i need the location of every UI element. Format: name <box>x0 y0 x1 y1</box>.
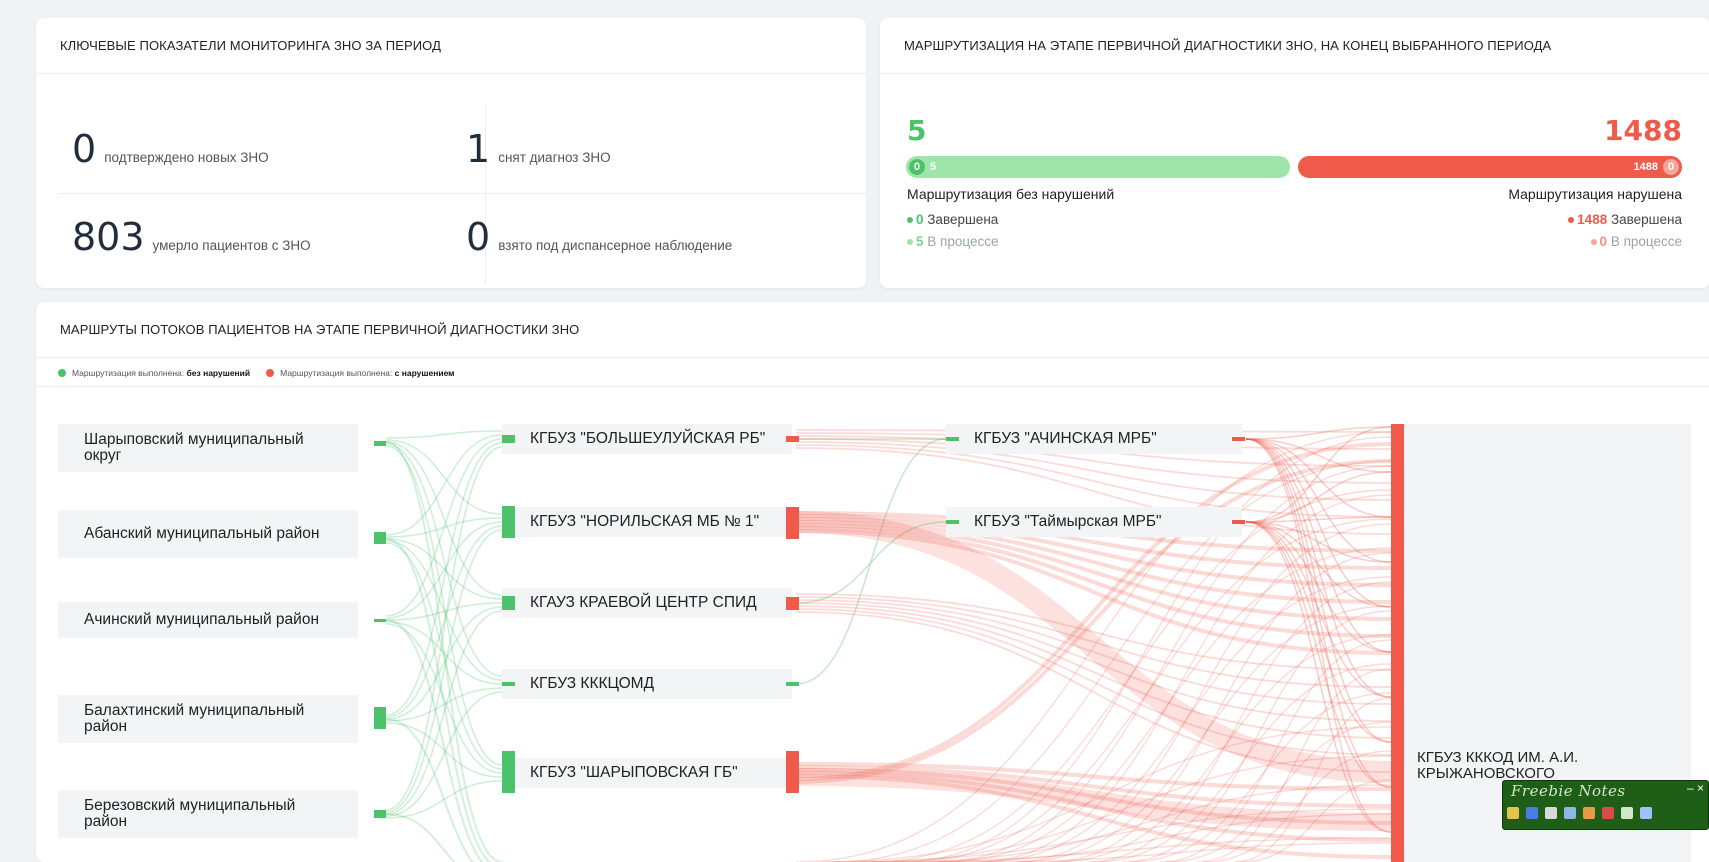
third-name: КГБУЗ "Таймырская МРБ" <box>974 512 1162 530</box>
kpi-title: КЛЮЧЕВЫЕ ПОКАЗАТЕЛИ МОНИТОРИНГА ЗНО ЗА П… <box>36 18 866 74</box>
ok-progress-stat: 5 В процессе <box>907 234 998 249</box>
delete-icon[interactable] <box>1602 807 1614 819</box>
bad-done-pill: 1488 <box>1633 161 1658 173</box>
chart-icon[interactable] <box>1526 807 1538 819</box>
mid-name: КГБУЗ "ШАРЫПОВСКАЯ ГБ" <box>530 763 738 781</box>
freebie-close-button[interactable]: – × <box>1687 781 1704 795</box>
freebie-title: Freebie Notes <box>1511 782 1626 800</box>
ok-progress-label: В процессе <box>927 234 999 249</box>
green-flow-link <box>385 529 503 813</box>
green-flow-link <box>385 430 503 439</box>
mid-node[interactable]: КГБУЗ КККЦОМД <box>502 669 792 699</box>
routing-bad-total: 1488 <box>1604 114 1682 147</box>
source-name: Березовский муниципальный <box>84 796 296 814</box>
routing-card: МАРШРУТИЗАЦИЯ НА ЭТАПЕ ПЕРВИЧНОЙ ДИАГНОС… <box>880 18 1709 288</box>
mid-name: КГБУЗ "НОРИЛЬСКАЯ МБ № 1" <box>530 512 760 530</box>
light-green-dot-icon <box>907 239 913 246</box>
source-name-2: район <box>84 813 128 830</box>
bad-done-label: Завершена <box>1610 212 1682 227</box>
kpi-diagnosis-removed: 1 снят диагноз ЗНО <box>466 130 611 168</box>
mid-node[interactable]: КГБУЗ "ШАРЫПОВСКАЯ ГБ" <box>502 758 792 788</box>
ok-done-pill: 0 <box>909 159 925 175</box>
kpi-label: взято под диспансерное наблюдение <box>498 238 733 253</box>
green-flow-link <box>385 445 503 766</box>
kpi-value: 803 <box>72 215 145 259</box>
routing-bad-bar[interactable]: 1488 0 <box>1298 156 1682 178</box>
red-links <box>795 426 1392 862</box>
third-name: КГБУЗ "АЧИНСКАЯ МРБ" <box>974 429 1157 447</box>
freebie-toolbar <box>1507 803 1704 823</box>
third-node[interactable]: КГБУЗ "Таймырская МРБ" <box>946 507 1242 537</box>
target-line1: КГБУЗ КККОД ИМ. А.И. <box>1417 749 1579 766</box>
kpi-new-confirmed: 0 подтверждено новых ЗНО <box>72 130 269 168</box>
target-node-label[interactable]: КГБУЗ КККОД ИМ. А.И. КРЫЖАНОВСКОГО <box>1417 750 1578 782</box>
source-name: Ачинский муниципальный район <box>84 610 319 628</box>
source-name: Шарыповский муниципальный <box>84 430 304 448</box>
ok-done-stat: 0 Завершена <box>907 212 998 227</box>
source-node[interactable]: Ачинский муниципальный район <box>58 602 358 638</box>
mid-name: КГБУЗ "БОЛЬШЕУЛУЙСКАЯ РБ" <box>530 429 766 447</box>
source-name: Балахтинский муниципальный <box>84 701 305 719</box>
source-node[interactable]: Балахтинский муниципальный район <box>58 695 358 743</box>
kpi-value: 1 <box>466 127 491 171</box>
flows-card: МАРШРУТЫ ПОТОКОВ ПАЦИЕНТОВ НА ЭТАПЕ ПЕРВ… <box>36 302 1709 862</box>
routing-ok-total: 5 <box>907 114 927 147</box>
calendar-icon[interactable] <box>1564 807 1576 819</box>
source-name: Абанский муниципальный район <box>84 524 320 542</box>
kpi-label: снят диагноз ЗНО <box>498 150 611 165</box>
pin-icon[interactable] <box>1545 807 1557 819</box>
bad-progress-stat: 0 В процессе <box>1590 234 1682 249</box>
ok-progress-value: 5 <box>916 234 924 249</box>
bad-progress-label: В процессе <box>1610 234 1682 249</box>
kpi-dispensary: 0 взято под диспансерное наблюдение <box>466 218 732 256</box>
ok-progress-pill: 5 <box>930 161 937 173</box>
mid-name: КГАУЗ КРАЕВОЙ ЦЕНТР СПИД <box>530 593 757 611</box>
kpi-value: 0 <box>72 127 97 171</box>
ok-done-label: Завершена <box>927 212 999 227</box>
bad-done-stat: 1488 Завершена <box>1568 212 1682 227</box>
routing-bad-label: Маршрутизация нарушена <box>1508 186 1682 202</box>
bad-done-value: 1488 <box>1577 212 1608 227</box>
mid-node[interactable]: КГАУЗ КРАЕВОЙ ЦЕНТР СПИД <box>502 588 792 618</box>
ok-done-value: 0 <box>916 212 924 227</box>
edit-icon[interactable] <box>1583 807 1595 819</box>
source-name-2: округ <box>84 447 122 464</box>
freebie-notes-widget[interactable]: Freebie Notes – × <box>1502 780 1709 830</box>
routing-title: МАРШРУТИЗАЦИЯ НА ЭТАПЕ ПЕРВИЧНОЙ ДИАГНОС… <box>880 18 1709 74</box>
green-flow-link <box>385 443 503 677</box>
routing-ok-bar[interactable]: 0 5 <box>906 156 1290 178</box>
green-flow-link <box>385 525 503 718</box>
green-flow-link <box>795 438 947 685</box>
mid-node[interactable]: КГБУЗ "НОРИЛЬСКАЯ МБ № 1" <box>502 507 792 537</box>
kpi-label: умерло пациентов с ЗНО <box>152 238 311 253</box>
mid-name: КГБУЗ КККЦОМД <box>530 674 655 692</box>
green-links <box>385 430 947 862</box>
bad-progress-pill: 0 <box>1663 159 1679 175</box>
mid-node[interactable]: КГБУЗ "БОЛЬШЕУЛУЙСКАЯ РБ" <box>502 424 792 454</box>
green-flow-link <box>385 610 503 815</box>
source-name-2: район <box>84 718 128 735</box>
source-node[interactable]: Березовский муниципальный район <box>58 790 358 838</box>
kpi-divider-horizontal <box>58 193 866 194</box>
pen-icon[interactable] <box>1621 807 1633 819</box>
red-dot-icon <box>1568 217 1575 224</box>
green-flow-link <box>385 722 503 778</box>
search-icon[interactable] <box>1640 807 1652 819</box>
kpi-card: КЛЮЧЕВЫЕ ПОКАЗАТЕЛИ МОНИТОРИНГА ЗНО ЗА П… <box>36 18 866 288</box>
note-icon[interactable] <box>1507 807 1519 819</box>
green-flow-link <box>385 718 474 862</box>
target-node-bar[interactable] <box>1391 424 1404 862</box>
bad-progress-value: 0 <box>1599 234 1608 249</box>
kpi-deaths: 803 умерло пациентов с ЗНО <box>72 218 311 256</box>
source-node[interactable]: Абанский муниципальный район <box>58 510 358 558</box>
green-flow-link <box>385 439 503 515</box>
routing-ok-label: Маршрутизация без нарушений <box>907 186 1115 202</box>
source-node[interactable]: Шарыповский муниципальный округ <box>58 424 358 472</box>
kpi-label: подтверждено новых ЗНО <box>104 150 269 165</box>
green-dot-icon <box>907 217 913 224</box>
third-node[interactable]: КГБУЗ "АЧИНСКАЯ МРБ" <box>946 424 1242 454</box>
light-red-dot-icon <box>1590 239 1597 246</box>
red-flow-link <box>795 605 1392 739</box>
kpi-value: 0 <box>466 215 491 259</box>
